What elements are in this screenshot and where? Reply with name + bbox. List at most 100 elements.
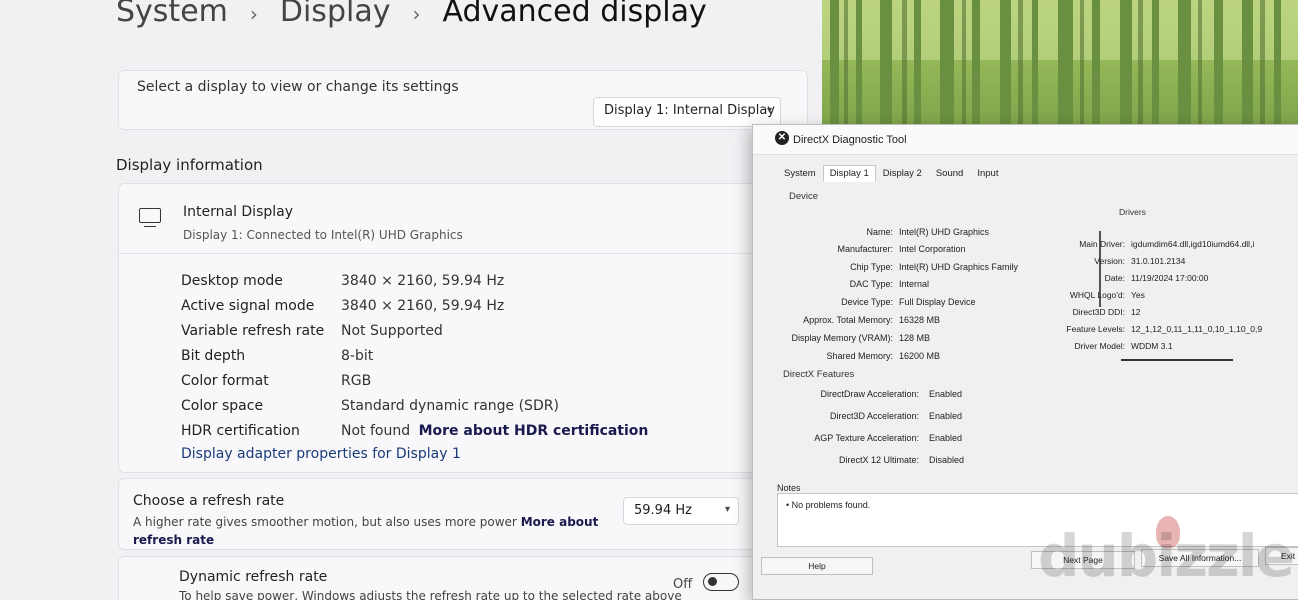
device-key: Manufacturer: xyxy=(837,244,893,254)
display-info-header: Internal Display Display 1: Connected to… xyxy=(119,184,777,254)
dynamic-refresh-desc: To help save power, Windows adjusts the … xyxy=(179,589,682,600)
refresh-rate-desc: A higher rate gives smoother motion, but… xyxy=(133,513,613,549)
hdr-value: Not found xyxy=(341,422,411,439)
info-row: Variable refresh rate Not Supported xyxy=(181,318,648,343)
refresh-rate-title: Choose a refresh rate xyxy=(133,493,285,509)
hdr-certification-link[interactable]: More about HDR certification xyxy=(419,423,649,439)
refresh-rate-value: 59.94 Hz xyxy=(634,503,692,518)
info-row: Color space Standard dynamic range (SDR) xyxy=(181,393,648,418)
feature-value: Enabled xyxy=(929,411,963,421)
driver-value: Yes xyxy=(1131,290,1145,300)
refresh-rate-dropdown[interactable]: 59.94 Hz ▾ xyxy=(623,497,739,525)
feature-value: Enabled xyxy=(929,389,963,399)
select-display-label: Select a display to view or change its s… xyxy=(137,79,459,95)
tab-input[interactable]: Input xyxy=(970,165,1005,182)
breadcrumb: System › Display › Advanced display xyxy=(116,0,707,29)
tab-system[interactable]: System xyxy=(777,165,823,182)
info-value: Not found More about HDR certification xyxy=(341,423,648,439)
device-value: 16328 MB xyxy=(899,315,941,325)
feature-value: Disabled xyxy=(929,455,965,465)
driver-key: Driver Model: xyxy=(1074,341,1125,351)
info-key: Desktop mode xyxy=(181,272,283,289)
chevron-right-icon: › xyxy=(249,2,258,26)
info-key: HDR certification xyxy=(181,422,300,439)
dxdiag-tabs: System Display 1 Display 2 Sound Input xyxy=(777,165,1005,182)
driver-key: Direct3D DDI: xyxy=(1072,307,1125,317)
info-value: Not Supported xyxy=(341,322,443,339)
info-row: Bit depth 8-bit xyxy=(181,343,648,368)
driver-key: WHQL Logo'd: xyxy=(1069,290,1125,300)
chevron-right-icon: › xyxy=(412,2,421,26)
feature-key: DirectX 12 Ultimate: xyxy=(838,455,919,465)
device-value: Intel(R) UHD Graphics xyxy=(899,227,990,237)
drivers-group-label: Drivers xyxy=(1119,207,1146,217)
page-title: Advanced display xyxy=(442,0,707,29)
device-key: Chip Type: xyxy=(850,262,893,272)
dynamic-refresh-card: Dynamic refresh rate To help save power,… xyxy=(118,556,778,600)
chevron-down-icon: ▾ xyxy=(766,105,772,116)
feature-key: Direct3D Acceleration: xyxy=(829,411,919,421)
driver-key: Version: xyxy=(1094,256,1125,266)
driver-key: Date: xyxy=(1104,273,1125,283)
info-row: Desktop mode 3840 × 2160, 59.94 Hz xyxy=(181,268,648,293)
display-name: Internal Display xyxy=(183,204,294,220)
info-value: 3840 × 2160, 59.94 Hz xyxy=(341,272,505,289)
device-value: Full Display Device xyxy=(899,297,976,307)
driver-value: igdumdim64.dll,igd10iumd64.dll,i xyxy=(1131,239,1255,249)
dynamic-refresh-toggle[interactable] xyxy=(703,573,739,591)
drivers-divider xyxy=(1121,359,1233,361)
info-key: Bit depth xyxy=(181,347,246,364)
info-value: 3840 × 2160, 59.94 Hz xyxy=(341,297,505,314)
info-value: RGB xyxy=(341,372,372,389)
directx-features-label: DirectX Features xyxy=(783,369,855,380)
display-connection: Display 1: Connected to Intel(R) UHD Gra… xyxy=(183,228,463,242)
device-key: DAC Type: xyxy=(849,279,893,289)
adapter-properties-link[interactable]: Display adapter properties for Display 1 xyxy=(181,446,461,462)
info-key: Active signal mode xyxy=(181,297,315,314)
driver-value: 11/19/2024 17:00:00 xyxy=(1131,273,1209,283)
info-row: Color format RGB xyxy=(181,368,648,393)
notes-text: • No problems found. xyxy=(786,500,871,510)
driver-value: WDDM 3.1 xyxy=(1131,341,1173,351)
dxdiag-title: DirectX Diagnostic Tool xyxy=(793,134,907,146)
device-key: Display Memory (VRAM): xyxy=(791,333,893,343)
device-key: Shared Memory: xyxy=(826,351,893,361)
feature-key: DirectDraw Acceleration: xyxy=(820,389,919,399)
device-key: Approx. Total Memory: xyxy=(803,315,893,325)
tab-sound[interactable]: Sound xyxy=(929,165,970,182)
driver-value: 31.0.101.2134 xyxy=(1131,256,1186,266)
device-value: Intel Corporation xyxy=(899,244,966,254)
driver-key: Main Driver: xyxy=(1079,239,1125,249)
notes-label: Notes xyxy=(777,483,801,493)
device-group-label: Device xyxy=(789,191,819,202)
refresh-rate-desc-text: A higher rate gives smoother motion, but… xyxy=(133,515,517,529)
info-row: Active signal mode 3840 × 2160, 59.94 Hz xyxy=(181,293,648,318)
select-display-card: Select a display to view or change its s… xyxy=(118,70,808,130)
device-value: Intel(R) UHD Graphics Family xyxy=(899,262,1019,272)
device-value: 16200 MB xyxy=(899,351,941,361)
info-key: Color space xyxy=(181,397,264,414)
display-info-heading: Display information xyxy=(116,156,263,174)
feature-value: Enabled xyxy=(929,433,963,443)
watermark: dubizzle xyxy=(1038,522,1295,590)
info-key: Color format xyxy=(181,372,269,389)
feature-key: AGP Texture Acceleration: xyxy=(814,433,919,443)
display-select-dropdown[interactable]: Display 1: Internal Display ▾ xyxy=(593,97,781,127)
dxdiag-titlebar[interactable]: ✕ DirectX Diagnostic Tool xyxy=(753,125,1298,155)
info-key: Variable refresh rate xyxy=(181,322,325,339)
device-key: Device Type: xyxy=(841,297,893,307)
breadcrumb-display[interactable]: Display xyxy=(280,0,391,29)
tab-display-1[interactable]: Display 1 xyxy=(822,165,876,182)
breadcrumb-system[interactable]: System xyxy=(116,0,228,29)
directx-logo-icon: ✕ xyxy=(775,131,789,145)
driver-value: 12_1,12_0,11_1,11_0,10_1,10_0,9 xyxy=(1131,324,1263,334)
notes-message: No problems found. xyxy=(791,500,871,510)
info-row: HDR certification Not found More about H… xyxy=(181,418,648,443)
info-value: Standard dynamic range (SDR) xyxy=(341,397,559,414)
display-select-value: Display 1: Internal Display xyxy=(604,103,775,118)
info-value: 8-bit xyxy=(341,347,374,364)
tab-display-2[interactable]: Display 2 xyxy=(876,165,929,182)
settings-window: System › Display › Advanced display Sele… xyxy=(0,0,830,600)
help-button[interactable]: Help xyxy=(761,557,873,575)
device-value: 128 MB xyxy=(899,333,931,343)
